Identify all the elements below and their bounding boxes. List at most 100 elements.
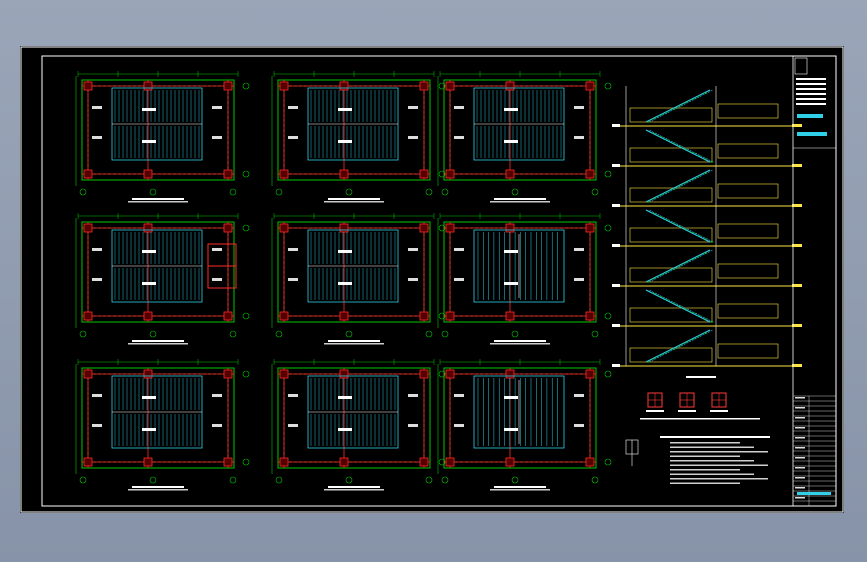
- beam-outline: [87, 227, 229, 317]
- note-line: [670, 460, 754, 462]
- title-field-label: [795, 427, 805, 429]
- beam-outline: [283, 227, 425, 317]
- annotation-text: [288, 248, 298, 251]
- annotation-text: [92, 136, 102, 139]
- annotation-text: [408, 394, 418, 397]
- landing-box: [717, 303, 779, 319]
- column: [419, 169, 429, 179]
- plan-caption-subline: [490, 489, 550, 491]
- plan-caption-subline: [324, 343, 384, 345]
- column: [223, 457, 233, 467]
- column: [279, 169, 289, 179]
- column: [419, 369, 429, 379]
- detail-drawings: [640, 392, 760, 420]
- column: [143, 369, 153, 379]
- beam-outline: [449, 227, 591, 317]
- note-line: [670, 446, 754, 448]
- title-field-label: [795, 437, 805, 439]
- title-field-label: [795, 497, 805, 499]
- annotation-text: [408, 424, 418, 427]
- title-field-label: [795, 407, 805, 409]
- landing-box: [717, 103, 779, 119]
- annotation-text: [504, 140, 518, 143]
- title-field-label: [795, 417, 805, 419]
- plan-5: [271, 213, 446, 345]
- title-field-label: [795, 397, 805, 399]
- plan-caption-line: [328, 486, 380, 488]
- grid-bubble-bottom: [511, 476, 519, 484]
- annotation-text: [288, 394, 298, 397]
- annotation-text: [338, 396, 352, 399]
- plans-layer: [75, 71, 612, 491]
- annotation-text: [92, 106, 102, 109]
- column: [339, 169, 349, 179]
- outer-wall: [277, 221, 431, 323]
- plan-caption-subline: [324, 489, 384, 491]
- annotation-text: [408, 278, 418, 281]
- column: [223, 81, 233, 91]
- detail-caption: [646, 410, 664, 412]
- annotation-text: [408, 136, 418, 139]
- note-line: [670, 455, 740, 457]
- level-mark: [792, 364, 802, 367]
- annotation-text: [142, 282, 156, 285]
- level-mark: [612, 244, 620, 247]
- annotation-text: [142, 428, 156, 431]
- column: [445, 223, 455, 233]
- grid-bubble-bottom: [591, 476, 599, 484]
- note-line: [670, 469, 740, 471]
- annotation-text: [574, 248, 584, 251]
- annotation-text: [142, 396, 156, 399]
- column: [223, 369, 233, 379]
- outer-wall: [81, 367, 235, 469]
- landing-box: [717, 343, 779, 359]
- plan-caption-subline: [128, 489, 188, 491]
- plan-2: [271, 71, 446, 203]
- grid-bubble-bottom: [591, 188, 599, 196]
- drawing-number: [797, 492, 831, 495]
- level-mark: [612, 124, 620, 127]
- title-field-label: [795, 467, 805, 469]
- note-line: [670, 464, 768, 466]
- annotation-text: [288, 424, 298, 427]
- annotation-text: [574, 136, 584, 139]
- annotation-text: [142, 108, 156, 111]
- level-mark: [792, 244, 802, 247]
- annotation-text: [574, 394, 584, 397]
- column: [505, 223, 515, 233]
- annotation-text: [142, 140, 156, 143]
- grid-bubble-bottom: [79, 330, 87, 338]
- note-line: [670, 451, 768, 453]
- annotation-text: [408, 248, 418, 251]
- annotation-text: [92, 278, 102, 281]
- grid-bubble-right: [242, 370, 250, 378]
- column: [505, 169, 515, 179]
- annotation-text: [454, 248, 464, 251]
- column: [445, 169, 455, 179]
- plan-caption-line: [132, 340, 184, 342]
- annotation-text: [454, 136, 464, 139]
- landing-box: [717, 143, 779, 159]
- beam-outline: [283, 373, 425, 463]
- column: [339, 457, 349, 467]
- grid-bubble-right: [604, 82, 612, 90]
- grid-bubble-right: [242, 170, 250, 178]
- annotation-text: [338, 282, 352, 285]
- company-text: [796, 93, 826, 95]
- detail-caption: [710, 410, 728, 412]
- beam-outline: [283, 85, 425, 175]
- plan-caption-line: [132, 486, 184, 488]
- grid-bubble-bottom: [149, 476, 157, 484]
- column: [505, 81, 515, 91]
- cad-drawing[interactable]: [20, 46, 844, 513]
- grid-bubble-bottom: [149, 188, 157, 196]
- plan-caption-subline: [128, 201, 188, 203]
- company-text: [796, 78, 826, 80]
- outer-wall: [81, 221, 235, 323]
- grid-bubble-bottom: [149, 330, 157, 338]
- level-mark: [612, 364, 620, 367]
- annotation-text: [504, 282, 518, 285]
- company-logo: [794, 57, 808, 75]
- drawing-title: [797, 132, 827, 136]
- column: [143, 223, 153, 233]
